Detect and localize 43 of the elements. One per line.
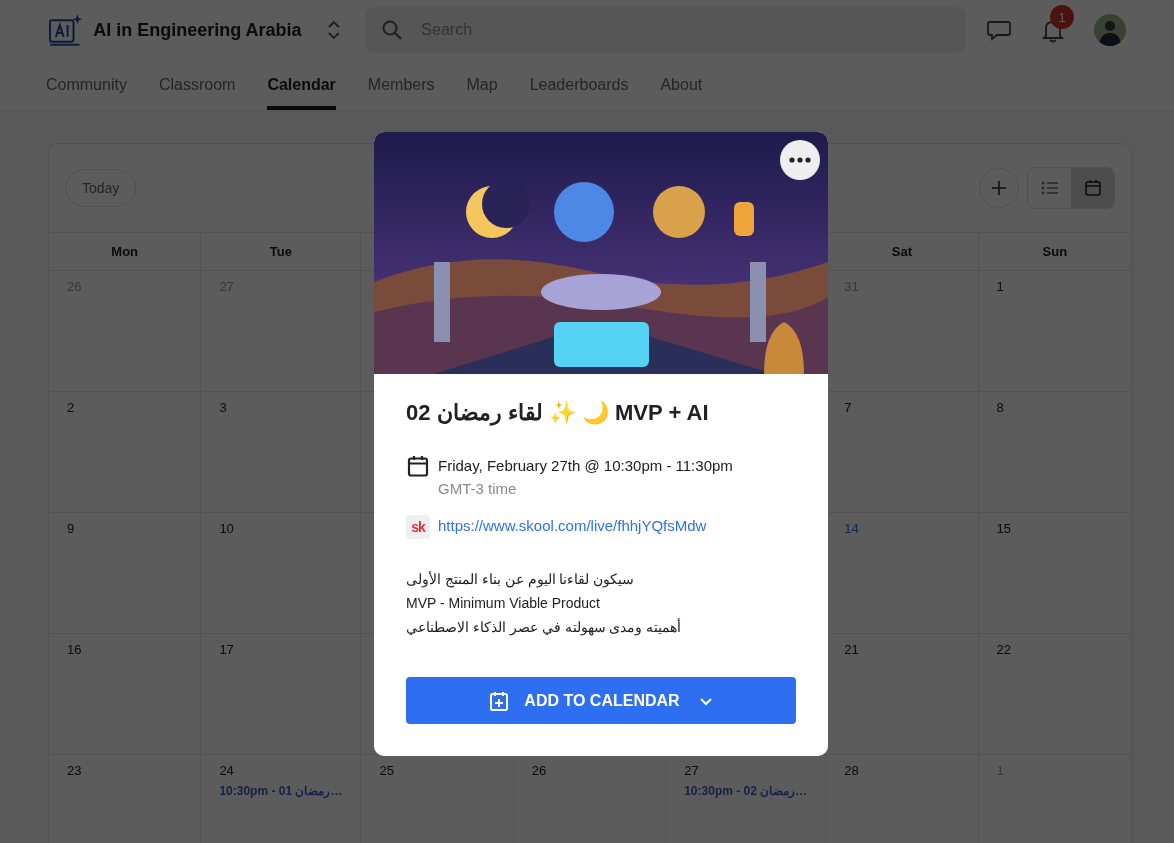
day-number: 7 xyxy=(844,400,853,415)
day-number: 17 xyxy=(219,642,235,657)
month-view-button[interactable] xyxy=(1071,168,1114,208)
day-number: 26 xyxy=(531,763,548,778)
day-number: 25 xyxy=(379,763,395,778)
more-icon xyxy=(789,157,811,163)
plus-icon xyxy=(989,178,1009,198)
calendar-plus-icon xyxy=(488,689,511,712)
notification-badge: 1 xyxy=(1050,5,1074,29)
day-number: 27 xyxy=(684,763,700,778)
community-name[interactable]: AI in Engineering Arabia xyxy=(93,19,302,41)
day-number: 8 xyxy=(996,400,1005,415)
search-icon xyxy=(381,19,404,41)
calendar-icon xyxy=(1082,178,1103,198)
day-number: 14 xyxy=(844,521,860,536)
event-timezone: GMT-3 time xyxy=(438,480,518,497)
chevron-updown-icon[interactable] xyxy=(325,19,342,41)
day-number: 24 xyxy=(219,763,235,778)
weekday-header: Tue xyxy=(201,233,362,271)
day-number: 2 xyxy=(67,400,76,415)
event-date: Friday, February 27th @ 10:30pm - 11:30pm xyxy=(438,457,733,474)
weekday-header: Mon xyxy=(49,233,202,271)
day-number: 10 xyxy=(219,521,235,536)
add-to-calendar-button[interactable]: ADD TO CALENDAR xyxy=(406,677,796,724)
event-label[interactable]: 10:30pm - 01 رمضان… xyxy=(219,784,343,798)
event-title: MVP + AI 🌙 ✨ لقاء رمضان 02 xyxy=(406,400,710,426)
link-badge: sk xyxy=(406,515,430,539)
nav-tab[interactable]: Calendar xyxy=(267,60,336,110)
avatar-icon[interactable] xyxy=(1094,14,1126,46)
day-number: 22 xyxy=(996,642,1013,657)
day-number: 3 xyxy=(219,400,228,415)
day-number: 23 xyxy=(67,763,83,778)
day-number: 9 xyxy=(67,521,76,536)
calendar-icon xyxy=(406,454,430,478)
event-label[interactable]: 10:30pm - 02 رمضان… xyxy=(684,784,808,798)
event-link[interactable]: https://www.skool.com/live/fhhjYQfsMdw xyxy=(438,517,707,534)
add-event-button[interactable] xyxy=(979,168,1019,208)
weekday-header: Sun xyxy=(978,233,1131,271)
day-number: 1 xyxy=(996,279,1005,294)
day-number: 16 xyxy=(67,642,83,657)
day-number: 28 xyxy=(844,763,860,778)
day-number: 21 xyxy=(844,642,860,657)
day-number: 15 xyxy=(996,521,1013,536)
